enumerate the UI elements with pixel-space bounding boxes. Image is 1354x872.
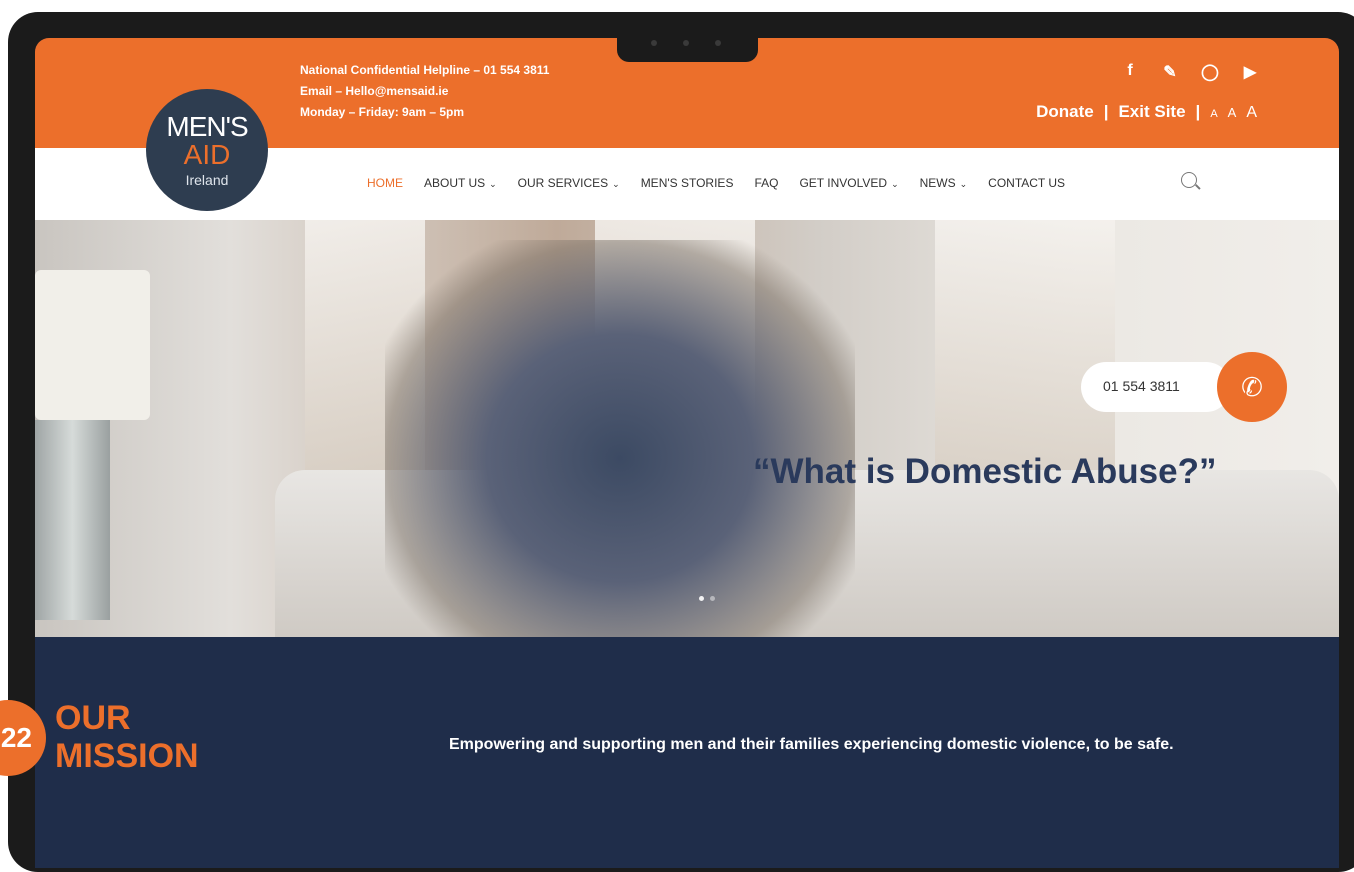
hero-headline: “What is Domestic Abuse?” [753, 452, 1217, 491]
youtube-icon[interactable]: ▶ [1241, 62, 1259, 82]
font-size-small-button[interactable]: A [1210, 108, 1217, 120]
nav-item-home[interactable]: HOME [367, 176, 403, 190]
twitter-icon[interactable]: ✎ [1161, 62, 1179, 82]
nav-item-faq[interactable]: FAQ [754, 176, 778, 190]
chevron-down-icon: ⌄ [612, 179, 620, 189]
mission-section: OUR MISSION Empowering and supporting me… [35, 637, 1339, 868]
nav-item-about-us[interactable]: ABOUT US ⌄ [424, 176, 497, 190]
separator: | [1195, 102, 1201, 121]
slider-dot-active[interactable] [699, 596, 704, 601]
donate-link[interactable]: Donate [1036, 102, 1094, 122]
hero-slider: 01 554 3811 ✆ “What is Domestic Abuse?” [35, 220, 1339, 637]
social-links: f ✎ ◯ ▶ [1121, 62, 1259, 82]
mission-statement: Empowering and supporting men and their … [449, 736, 1174, 753]
hero-phone-number: 01 554 3811 [1103, 378, 1180, 394]
separator: | [1103, 102, 1109, 121]
nav-menu: HOME ABOUT US ⌄ OUR SERVICES ⌄ MEN'S STORI… [367, 176, 1065, 190]
chevron-down-icon: ⌄ [891, 179, 899, 189]
mission-title: OUR MISSION [55, 699, 199, 775]
chevron-down-icon: ⌄ [489, 179, 497, 189]
website-screen: National Confidential Helpline – 01 554 … [35, 38, 1339, 868]
slider-dots [699, 596, 715, 601]
lamp-shade-image [35, 270, 150, 420]
font-size-medium-button[interactable]: A [1228, 105, 1237, 120]
hours-text: Monday – Friday: 9am – 5pm [300, 105, 465, 119]
slider-dot[interactable] [710, 596, 715, 601]
background-window [935, 220, 1115, 470]
exit-site-link[interactable]: Exit Site [1118, 102, 1185, 122]
nav-item-contact-us[interactable]: CONTACT US [988, 176, 1065, 190]
nav-item-mens-stories[interactable]: MEN'S STORIES [641, 176, 734, 190]
font-size-large-button[interactable]: A [1246, 104, 1257, 122]
facebook-icon[interactable]: f [1121, 62, 1139, 82]
family-photo [385, 240, 855, 637]
search-icon[interactable] [1181, 172, 1197, 188]
contact-info: National Confidential Helpline – 01 554 … [300, 60, 549, 123]
lamp-base-image [35, 420, 110, 620]
email-text[interactable]: Email – Hello@mensaid.ie [300, 81, 549, 102]
instagram-icon[interactable]: ◯ [1201, 62, 1219, 82]
chevron-down-icon: ⌄ [959, 179, 968, 189]
phone-icon[interactable]: ✆ [1217, 352, 1287, 422]
helpline-text[interactable]: National Confidential Helpline – 01 554 … [300, 60, 549, 81]
nav-item-our-services[interactable]: OUR SERVICES ⌄ [518, 176, 620, 190]
phone-pill[interactable]: 01 554 3811 [1081, 362, 1231, 412]
logo-text-aid: AID [183, 139, 231, 170]
site-logo[interactable]: MEN'S AID Ireland [146, 89, 268, 211]
header-actions: Donate | Exit Site | A A A [1036, 102, 1257, 122]
nav-item-news[interactable]: NEWS ⌄ [920, 176, 968, 190]
logo-text-ireland: Ireland [185, 172, 229, 188]
nav-item-get-involved[interactable]: GET INVOLVED ⌄ [799, 176, 898, 190]
camera-notch [617, 30, 758, 62]
